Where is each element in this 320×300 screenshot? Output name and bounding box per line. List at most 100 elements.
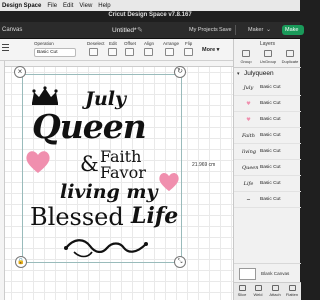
flourish-icon bbox=[64, 239, 148, 258]
operation-label: Operation bbox=[34, 41, 54, 46]
artwork-text-queen: Queen bbox=[32, 107, 147, 146]
make-button[interactable]: Make bbox=[282, 25, 304, 35]
layer-label: Basic Cut bbox=[260, 101, 281, 106]
ungroup-button[interactable]: UnGroup bbox=[258, 50, 278, 64]
rotate-handle-icon[interactable]: ↻ bbox=[174, 66, 186, 78]
layer-thumbnail: ~ bbox=[246, 197, 251, 203]
layer-thumbnail: ♥ bbox=[246, 101, 251, 107]
layer-label: Basic Cut bbox=[260, 197, 281, 202]
layer-thumbnail: Life bbox=[243, 181, 254, 187]
menubar-item-view[interactable]: View bbox=[79, 3, 92, 9]
artwork-julyqueen[interactable]: July Queen & Faith Favor living my Bless… bbox=[22, 74, 182, 263]
layers-bottom-bar: Slice Weld Attach Flatten bbox=[234, 282, 301, 300]
layer-label: Basic Cut bbox=[260, 133, 281, 138]
layer-label: Basic Cut bbox=[260, 181, 281, 186]
weld-icon bbox=[254, 285, 262, 291]
layers-actions: Group UnGroup Duplicate bbox=[234, 48, 301, 68]
artwork-text-life: Life bbox=[131, 203, 179, 229]
slice-button[interactable]: Slice bbox=[234, 285, 250, 297]
layer-label: Basic Cut bbox=[260, 117, 281, 122]
machine-selector[interactable]: Maker bbox=[248, 27, 263, 33]
layer-row[interactable]: Life Basic Cut bbox=[234, 176, 301, 192]
group-button[interactable]: Group bbox=[236, 50, 256, 64]
slice-label: Slice bbox=[237, 292, 247, 297]
flatten-button[interactable]: Flatten bbox=[284, 285, 300, 297]
operation-dropdown[interactable]: Basic Cut bbox=[34, 48, 76, 57]
attach-button[interactable]: Attach bbox=[267, 285, 283, 297]
duplicate-label: Duplicate bbox=[281, 59, 299, 64]
design-canvas[interactable]: July Queen & Faith Favor living my Bless… bbox=[0, 61, 233, 300]
menu-icon[interactable] bbox=[2, 44, 9, 51]
layer-group-row[interactable]: ▾ Julyqueen bbox=[234, 70, 301, 79]
app-header: Canvas Untitled* ✎ My Projects Save Make… bbox=[0, 22, 304, 39]
layers-panel: Layers Group UnGroup Duplicate ▾ Julyque… bbox=[233, 39, 301, 300]
crown-icon bbox=[32, 86, 58, 105]
layer-row[interactable]: July Basic Cut bbox=[234, 80, 301, 96]
blank-canvas-label: Blank Canvas bbox=[261, 271, 290, 276]
artwork-text-ampersand: & bbox=[80, 152, 99, 176]
artwork-text-blessed: Blessed bbox=[30, 203, 124, 231]
weld-label: Weld bbox=[253, 292, 263, 297]
edit-label: Edit bbox=[109, 41, 117, 46]
layer-group-name: Julyqueen bbox=[244, 70, 274, 77]
menubar-item-help[interactable]: Help bbox=[98, 3, 110, 9]
menubar-app-name[interactable]: Design Space bbox=[2, 3, 41, 9]
delete-handle-icon[interactable]: × bbox=[14, 66, 26, 78]
group-label: Group bbox=[240, 59, 252, 64]
artwork-text-living-my: living my bbox=[60, 181, 158, 203]
ungroup-icon bbox=[264, 50, 272, 57]
more-menu-button[interactable]: More ▾ bbox=[202, 47, 219, 53]
attach-icon bbox=[271, 285, 279, 291]
heart-left-icon bbox=[26, 151, 50, 173]
menubar-item-edit[interactable]: Edit bbox=[63, 3, 73, 9]
deselect-icon[interactable] bbox=[89, 48, 98, 56]
layer-row[interactable]: living Basic Cut bbox=[234, 144, 301, 160]
scale-handle-icon[interactable]: ⤡ bbox=[174, 256, 186, 268]
lock-handle-icon[interactable]: 🔒 bbox=[15, 256, 27, 268]
my-projects-link[interactable]: My Projects bbox=[189, 27, 218, 33]
height-dimension-label: 21.969 cm bbox=[192, 162, 216, 168]
align-icon[interactable] bbox=[144, 48, 153, 56]
edit-icon[interactable] bbox=[108, 48, 117, 56]
layer-label: Basic Cut bbox=[260, 165, 281, 170]
offset-icon[interactable] bbox=[125, 48, 134, 56]
document-title[interactable]: Untitled* bbox=[112, 27, 137, 34]
edit-pencil-icon[interactable]: ✎ bbox=[137, 26, 143, 34]
layer-thumbnail: Faith bbox=[242, 133, 255, 139]
arrange-icon[interactable] bbox=[165, 48, 174, 56]
ruler-vertical bbox=[0, 61, 5, 300]
attach-label: Attach bbox=[269, 292, 281, 297]
arrange-label: Arrange bbox=[163, 41, 180, 46]
artwork-text-favor: Favor bbox=[100, 163, 146, 182]
flatten-label: Flatten bbox=[285, 292, 299, 297]
group-icon bbox=[242, 50, 250, 57]
offset-label: Offset bbox=[124, 41, 136, 46]
layer-thumbnail: July bbox=[243, 85, 254, 91]
flip-label: Flip bbox=[185, 41, 193, 46]
layer-row[interactable]: Queen Basic Cut bbox=[234, 160, 301, 176]
header-divider bbox=[235, 25, 236, 35]
chevron-down-icon[interactable]: ⌄ bbox=[266, 26, 271, 33]
layer-row[interactable]: ♥ Basic Cut bbox=[234, 96, 301, 112]
layer-row[interactable]: ~ Basic Cut bbox=[234, 192, 301, 208]
menubar-item-file[interactable]: File bbox=[47, 3, 57, 9]
flip-icon[interactable] bbox=[184, 48, 193, 56]
chevron-down-icon[interactable]: ▾ bbox=[237, 71, 240, 77]
layer-row[interactable]: ♥ Basic Cut bbox=[234, 112, 301, 128]
layer-thumbnail: living bbox=[242, 149, 257, 155]
slice-icon bbox=[238, 285, 246, 291]
weld-button[interactable]: Weld bbox=[250, 285, 266, 297]
save-button[interactable]: Save bbox=[219, 27, 232, 33]
blank-canvas-swatch[interactable] bbox=[239, 268, 256, 280]
edit-toolbar: Operation Basic Cut Deselect Edit Offset… bbox=[0, 39, 233, 61]
flatten-icon bbox=[288, 285, 296, 291]
layer-row[interactable]: Faith Basic Cut bbox=[234, 128, 301, 144]
duplicate-button[interactable]: Duplicate bbox=[280, 50, 300, 64]
layer-thumbnail: ♥ bbox=[246, 117, 251, 123]
operation-value: Basic Cut bbox=[37, 50, 58, 55]
canvas-tab-label[interactable]: Canvas bbox=[2, 27, 22, 33]
layers-panel-title: Layers bbox=[259, 41, 275, 47]
blank-canvas-row[interactable]: Blank Canvas bbox=[234, 263, 301, 281]
duplicate-icon bbox=[286, 50, 294, 57]
layer-thumbnail: Queen bbox=[242, 165, 259, 171]
